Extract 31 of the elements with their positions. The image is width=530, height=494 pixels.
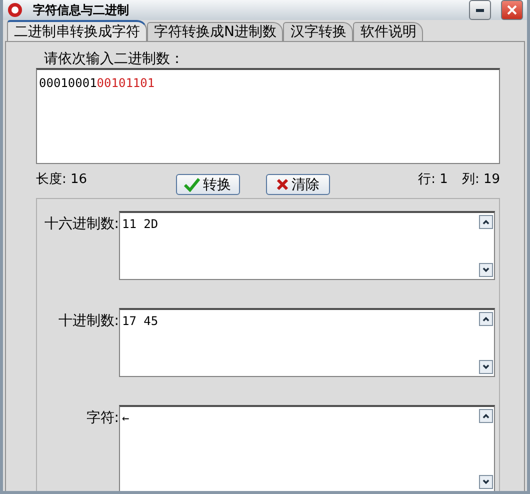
output-label: 十进制数:	[57, 312, 119, 330]
check-icon	[184, 178, 200, 192]
row-label: 行: 1	[418, 171, 448, 188]
scroll-up-icon[interactable]	[479, 312, 493, 326]
output-field[interactable]: ←	[119, 405, 495, 491]
app-logo-icon	[7, 2, 23, 18]
scroll-down-icon[interactable]	[479, 263, 493, 277]
close-icon	[507, 5, 517, 15]
tab[interactable]: 二进制串转换成字符	[7, 20, 147, 41]
output-field[interactable]: 11 2D	[119, 211, 495, 280]
window-title: 字符信息与二进制	[33, 2, 130, 18]
tab[interactable]: 软件说明	[353, 22, 424, 41]
clear-button[interactable]: 清除	[266, 174, 330, 195]
convert-button[interactable]: 转换	[176, 174, 240, 195]
scroll-down-icon[interactable]	[479, 360, 493, 374]
minimize-icon	[476, 8, 484, 12]
scroll-up-icon[interactable]	[479, 409, 493, 423]
cross-icon	[276, 178, 289, 191]
output-label: 十六进制数:	[43, 215, 119, 233]
length-label: 长度: 16	[36, 171, 88, 188]
close-button[interactable]	[501, 0, 523, 20]
group-title: 请依次输入二进制数：	[44, 50, 185, 68]
tab[interactable]: 汉字转换	[283, 22, 354, 41]
binary-input-field[interactable]: 0001000100101101	[36, 68, 500, 164]
output-field[interactable]: 17 45	[119, 308, 495, 377]
minimize-button[interactable]	[469, 0, 491, 20]
scroll-up-icon[interactable]	[479, 215, 493, 229]
tab[interactable]: 字符转换成N进制数	[147, 22, 284, 41]
column-label: 列: 19	[462, 171, 500, 188]
scroll-down-icon[interactable]	[479, 475, 493, 489]
output-label: 字符:	[85, 409, 119, 427]
